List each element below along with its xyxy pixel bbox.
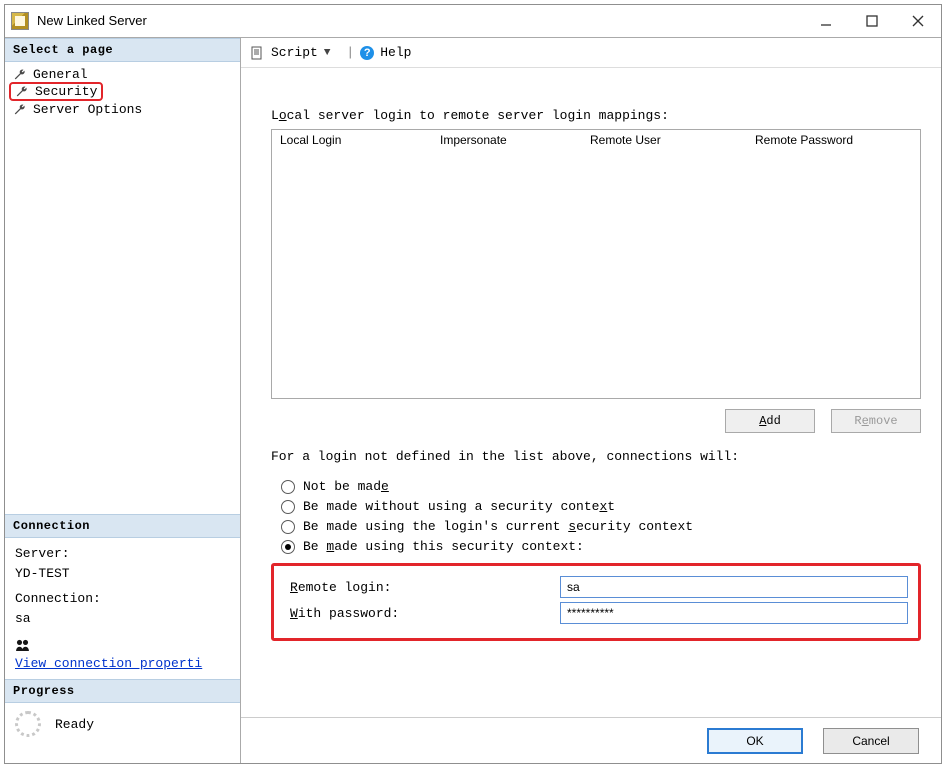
dialog-window: New Linked Server Select a page Gener — [4, 4, 942, 764]
content-area: Local server login to remote server logi… — [241, 68, 941, 717]
page-list: General Security Server Options — [5, 62, 240, 118]
minimize-icon — [820, 15, 832, 27]
radio-icon — [281, 500, 295, 514]
radio-not-be-made[interactable]: Not be made — [281, 479, 921, 494]
help-button[interactable]: Help — [380, 45, 411, 60]
radio-current-security-context[interactable]: Be made using the login's current securi… — [281, 519, 921, 534]
connection-info: Server: YD-TEST Connection: sa View conn… — [5, 538, 240, 679]
connection-header: Connection — [5, 514, 240, 538]
wrench-icon — [13, 68, 27, 82]
grid-header-remote-password[interactable]: Remote Password — [747, 130, 920, 152]
remote-login-input[interactable] — [560, 576, 908, 598]
cancel-button[interactable]: Cancel — [823, 728, 919, 754]
progress-header: Progress — [5, 679, 240, 703]
progress-status: Ready — [55, 717, 94, 732]
connection-value: sa — [15, 609, 230, 629]
mappings-label: Local server login to remote server logi… — [271, 108, 921, 123]
grid-header-remote-user[interactable]: Remote User — [582, 130, 747, 152]
remote-login-label: Remote login: — [290, 580, 560, 595]
right-panel: Script ▼ | ? Help Local server login to … — [241, 38, 941, 763]
radio-using-this-context[interactable]: Be made using this security context: — [281, 539, 921, 554]
server-label: Server: — [15, 544, 230, 564]
close-icon — [912, 15, 924, 27]
wrench-icon — [15, 85, 29, 99]
progress-block: Ready — [5, 703, 240, 745]
page-item-general[interactable]: General — [9, 66, 236, 83]
maximize-icon — [866, 15, 878, 27]
window-title: New Linked Server — [37, 13, 803, 28]
view-connection-properties-link[interactable]: View connection properti — [15, 656, 202, 671]
close-button[interactable] — [895, 5, 941, 36]
radio-icon — [281, 480, 295, 494]
people-icon — [15, 638, 30, 650]
progress-spinner-icon — [15, 711, 41, 737]
page-label: General — [33, 67, 88, 82]
grid-header-impersonate[interactable]: Impersonate — [432, 130, 582, 152]
titlebar: New Linked Server — [5, 5, 941, 37]
page-label: Server Options — [33, 102, 142, 117]
radio-icon-selected — [281, 540, 295, 554]
remote-credentials-frame: Remote login: With password: — [271, 563, 921, 641]
script-button[interactable]: Script — [271, 45, 318, 60]
ok-button[interactable]: OK — [707, 728, 803, 754]
radio-icon — [281, 520, 295, 534]
maximize-button[interactable] — [849, 5, 895, 36]
select-page-header: Select a page — [5, 38, 240, 62]
page-label: Security — [35, 84, 97, 99]
server-value: YD-TEST — [15, 564, 230, 584]
app-icon — [11, 12, 29, 30]
script-icon — [251, 46, 265, 60]
login-mappings-grid[interactable]: Local Login Impersonate Remote User Remo… — [271, 129, 921, 399]
grid-header-local-login[interactable]: Local Login — [272, 130, 432, 152]
with-password-label: With password: — [290, 606, 560, 621]
help-icon: ? — [360, 46, 374, 60]
toolbar: Script ▼ | ? Help — [241, 38, 941, 68]
connection-label: Connection: — [15, 589, 230, 609]
window-buttons — [803, 5, 941, 36]
with-password-input[interactable] — [560, 602, 908, 624]
connections-will-label: For a login not defined in the list abov… — [271, 449, 921, 464]
view-connection-row: View connection properti — [15, 634, 230, 673]
radio-without-security-context[interactable]: Be made without using a security context — [281, 499, 921, 514]
security-context-radio-group: Not be made Be made without using a secu… — [281, 474, 921, 559]
wrench-icon — [13, 103, 27, 117]
page-item-server-options[interactable]: Server Options — [9, 101, 236, 118]
page-item-security[interactable]: Security — [9, 82, 103, 101]
add-button[interactable]: Add — [725, 409, 815, 433]
left-panel: Select a page General Security — [5, 38, 241, 763]
script-dropdown-icon[interactable]: ▼ — [324, 47, 331, 59]
grid-header-row: Local Login Impersonate Remote User Remo… — [272, 130, 920, 152]
remove-button: Remove — [831, 409, 921, 433]
minimize-button[interactable] — [803, 5, 849, 36]
dialog-footer: OK Cancel — [241, 717, 941, 763]
